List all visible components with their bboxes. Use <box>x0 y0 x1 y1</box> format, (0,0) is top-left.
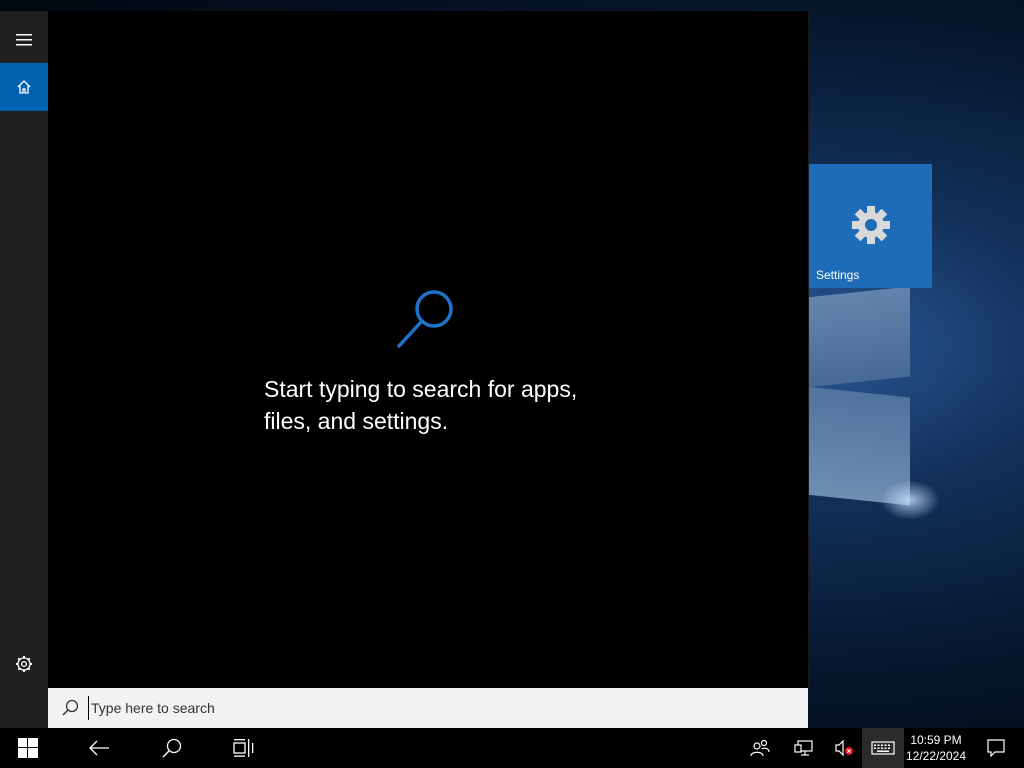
task-view-icon <box>233 739 254 757</box>
network-icon <box>794 740 813 756</box>
back-button[interactable] <box>75 728 123 768</box>
windows-start-icon <box>18 738 38 758</box>
search-icon <box>162 738 182 758</box>
touch-keyboard-icon <box>871 741 895 755</box>
settings-button[interactable] <box>0 640 48 688</box>
wallpaper-glow <box>880 480 940 520</box>
people-icon <box>750 739 770 757</box>
search-box[interactable] <box>48 688 808 728</box>
network-button[interactable] <box>786 728 822 768</box>
back-arrow-icon <box>89 740 109 756</box>
action-center-button[interactable] <box>976 728 1016 768</box>
start-button[interactable] <box>0 728 56 768</box>
search-hint-line: files, and settings. <box>264 408 449 434</box>
start-sidebar <box>0 11 48 728</box>
action-center-icon <box>987 739 1005 757</box>
settings-tile-label: Settings <box>816 268 860 282</box>
search-input[interactable] <box>88 696 771 720</box>
clock-button[interactable]: 10:59 PM 12/22/2024 <box>904 728 968 768</box>
people-button[interactable] <box>742 728 778 768</box>
gear-icon <box>852 206 890 244</box>
touch-keyboard-button[interactable] <box>862 728 904 768</box>
home-button[interactable] <box>0 63 48 111</box>
volume-button[interactable] <box>826 728 862 768</box>
hamburger-menu-icon <box>16 34 32 46</box>
volume-muted-icon <box>835 739 853 757</box>
search-icon <box>397 290 453 348</box>
clock-time: 10:59 PM <box>910 733 962 747</box>
wallpaper-pane <box>806 286 910 388</box>
hamburger-menu-button[interactable] <box>0 16 48 64</box>
search-results-panel: Start typing to search for apps, files, … <box>48 11 809 688</box>
search-hint-line: Start typing to search for apps, <box>264 376 578 402</box>
settings-tile[interactable]: Settings <box>808 164 932 288</box>
clock-date: 12/22/2024 <box>905 749 967 763</box>
task-view-button[interactable] <box>220 728 268 768</box>
gear-icon <box>16 656 32 672</box>
taskbar: 10:59 PM 12/22/2024 <box>0 728 1024 768</box>
search-icon <box>62 699 79 716</box>
search-hint-text: Start typing to search for apps, files, … <box>264 373 624 437</box>
taskbar-search-button[interactable] <box>148 728 196 768</box>
home-icon <box>17 80 31 94</box>
